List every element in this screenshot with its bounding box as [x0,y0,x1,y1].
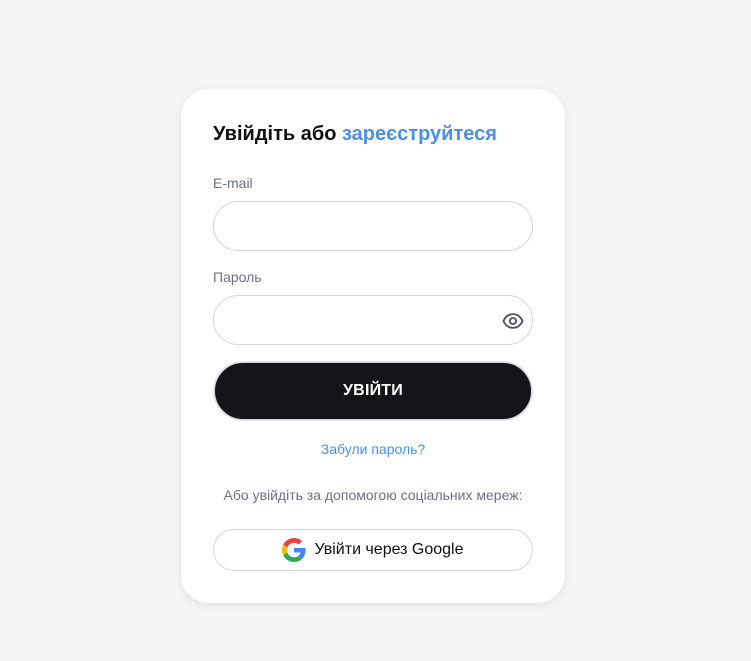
email-label: E-mail [213,175,253,191]
google-icon [282,538,306,562]
login-heading: Увійдіть або зареєструйтеся [213,123,497,146]
eye-icon[interactable] [502,310,524,332]
google-login-button[interactable]: Увійти через Google [213,529,533,571]
login-card: Увійдіть або зареєструйтеся E-mail Парол… [181,89,565,603]
login-submit-button[interactable]: УВІЙТИ [214,362,532,420]
google-button-label: Увійти через Google [314,541,464,558]
forgot-password-link[interactable]: Забули пароль? [213,441,533,457]
email-field-wrapper [213,201,533,251]
register-link[interactable]: зареєструйтеся [342,123,497,145]
password-field-wrapper [213,295,533,345]
social-login-caption: Або увійдіть за допомогою соціальних мер… [223,487,523,503]
password-label: Пароль [213,269,262,285]
email-field[interactable] [214,202,532,250]
password-field[interactable] [214,296,532,344]
heading-prefix: Увійдіть або [213,123,337,145]
